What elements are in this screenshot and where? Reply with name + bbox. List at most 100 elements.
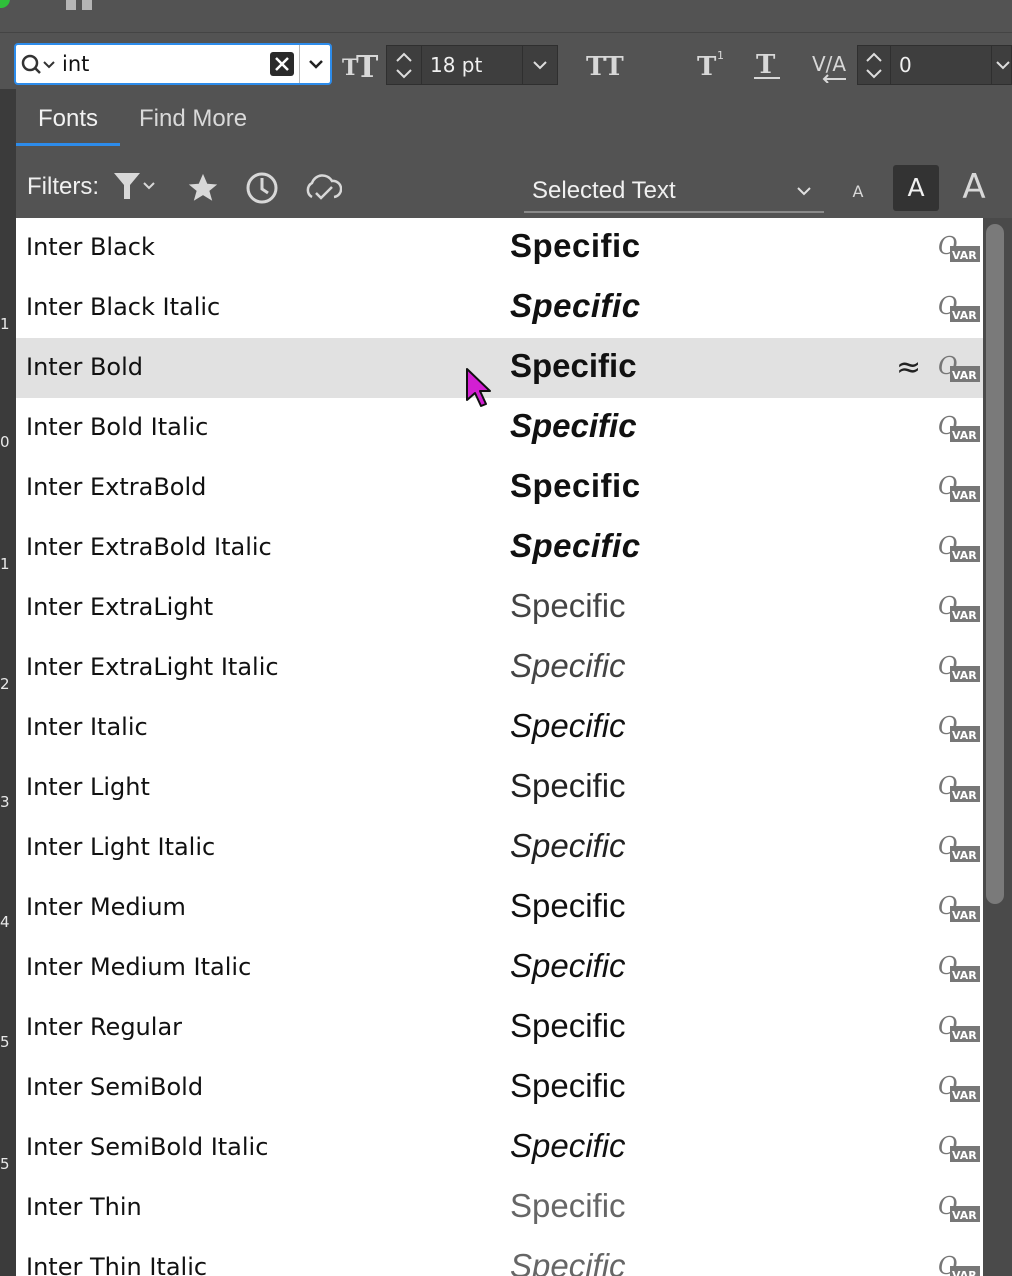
activated-fonts-cloud-icon[interactable]: [302, 171, 342, 205]
var-badge-text: VAR: [952, 429, 977, 442]
all-caps-icon[interactable]: TT: [586, 49, 628, 79]
svg-text:T: T: [697, 52, 717, 79]
clear-search-icon[interactable]: [270, 52, 294, 76]
font-sample: Specific: [510, 1187, 626, 1224]
font-name: Inter Bold Italic: [26, 413, 209, 441]
show-similar-icon[interactable]: ≈: [896, 350, 921, 385]
font-sample: Specific: [510, 347, 637, 384]
font-tabs: Fonts Find More: [16, 89, 1012, 147]
window-zoom-button[interactable]: [0, 0, 10, 8]
tab-fonts[interactable]: Fonts: [16, 99, 120, 146]
ruler-number: 5: [0, 1155, 10, 1173]
kerning-icon: V/A: [812, 52, 846, 83]
font-size-dropdown[interactable]: [522, 45, 558, 85]
var-badge-text: VAR: [952, 1209, 977, 1222]
underline-icon[interactable]: T: [754, 47, 782, 81]
variable-font-icon: OVAR: [938, 352, 980, 382]
font-row[interactable]: Inter Light Italic Specific O VAR: [16, 818, 983, 878]
font-row[interactable]: Inter Thin Specific O VAR: [16, 1178, 983, 1238]
sample-size-small-button[interactable]: A: [844, 177, 872, 207]
font-list-dropdown-button[interactable]: [299, 45, 333, 83]
font-row[interactable]: Inter Black Italic Specific O VAR: [16, 278, 983, 338]
font-name: Inter Light: [26, 773, 150, 801]
tracking-dropdown[interactable]: [991, 45, 1012, 85]
font-size-field[interactable]: 18 pt: [421, 45, 523, 85]
ruler-number: 3: [0, 793, 10, 811]
svg-text:TT: TT: [586, 52, 624, 79]
var-badge-text: VAR: [952, 549, 977, 562]
var-badge-text: VAR: [952, 309, 977, 322]
preview-text-select[interactable]: Selected Text: [524, 177, 824, 213]
font-row[interactable]: Inter Regular Specific O VAR: [16, 998, 983, 1058]
font-sample: Specific: [510, 707, 626, 744]
font-row[interactable]: Inter ExtraBold Italic Specific O VAR: [16, 518, 983, 578]
font-name: Inter Thin Italic: [26, 1253, 208, 1276]
ruler-number: 1: [0, 555, 10, 573]
var-badge-text: VAR: [952, 249, 977, 262]
font-row[interactable]: Inter ExtraLight Specific O VAR: [16, 578, 983, 638]
var-badge-text: VAR: [952, 1089, 977, 1102]
font-row[interactable]: Inter Medium Italic Specific O VAR: [16, 938, 983, 998]
font-sample: Specific: [510, 887, 626, 924]
var-badge-text: VAR: [952, 609, 977, 622]
variable-font-icon: OVAR: [938, 232, 980, 262]
svg-text:T: T: [356, 50, 379, 81]
font-sample: Specific: [510, 1007, 626, 1044]
recently-added-clock-icon[interactable]: [244, 170, 280, 206]
font-name: Inter Medium Italic: [26, 953, 252, 981]
font-name: Inter Black: [26, 233, 155, 261]
filter-classification-icon[interactable]: [112, 169, 160, 203]
font-name: Inter Thin: [26, 1193, 142, 1221]
font-name: Inter Italic: [26, 713, 148, 741]
superscript-icon[interactable]: T 1: [697, 47, 731, 79]
ruler-number: 2: [0, 675, 10, 693]
variable-font-icon: OVAR: [938, 772, 980, 802]
font-row[interactable]: Inter SemiBold Italic Specific O VAR: [16, 1118, 983, 1178]
font-row[interactable]: Inter Medium Specific O VAR: [16, 878, 983, 938]
var-badge-text: VAR: [952, 909, 977, 922]
font-sample: Specific: [510, 1127, 626, 1164]
font-row[interactable]: Inter Black Specific O VAR: [16, 218, 983, 278]
search-options-icon[interactable]: [20, 53, 56, 77]
tracking-stepper[interactable]: [857, 45, 891, 85]
variable-font-icon: OVAR: [938, 652, 980, 682]
font-row[interactable]: Inter Bold Italic Specific O VAR: [16, 398, 983, 458]
font-name: Inter Medium: [26, 893, 186, 921]
font-sample: Specific: [510, 587, 626, 624]
svg-text:V/A: V/A: [812, 52, 846, 76]
font-name: Inter SemiBold Italic: [26, 1133, 269, 1161]
font-search-input[interactable]: [62, 50, 267, 78]
font-row[interactable]: Inter ExtraBold Specific O VAR: [16, 458, 983, 518]
font-sample: Specific: [510, 287, 641, 324]
tracking-field[interactable]: 0: [890, 45, 992, 85]
font-name: Inter ExtraLight Italic: [26, 653, 279, 681]
font-row[interactable]: Inter ExtraLight Italic Specific O VAR: [16, 638, 983, 698]
var-badge-text: VAR: [952, 369, 977, 382]
filters-label: Filters:: [27, 173, 99, 200]
var-badge-text: VAR: [952, 729, 977, 742]
font-name: Inter Regular: [26, 1013, 183, 1041]
scrollbar-thumb[interactable]: [986, 224, 1004, 904]
font-sample: Specific: [510, 527, 641, 564]
svg-text:1: 1: [717, 49, 724, 62]
sample-size-large-button[interactable]: A: [956, 163, 992, 211]
font-list-scrollbar[interactable]: [983, 218, 1012, 1276]
variable-font-icon: OVAR: [938, 472, 980, 502]
var-badge-text: VAR: [952, 1029, 977, 1042]
variable-font-icon: OVAR: [938, 1132, 980, 1162]
ruler-number: 5: [0, 1033, 10, 1051]
favorites-star-icon[interactable]: [186, 171, 220, 205]
font-row[interactable]: Inter Light Specific O VAR: [16, 758, 983, 818]
font-size-stepper[interactable]: [386, 45, 422, 85]
ruler-number: 4: [0, 913, 10, 931]
font-row[interactable]: Inter Thin Italic Specific O VAR: [16, 1238, 983, 1276]
sample-size-medium-button[interactable]: A: [893, 165, 939, 211]
var-badge-text: VAR: [952, 489, 977, 502]
font-row[interactable]: Inter SemiBold Specific O VAR: [16, 1058, 983, 1118]
font-name: Inter Bold: [26, 353, 144, 381]
font-row[interactable]: Inter Italic Specific O VAR: [16, 698, 983, 758]
variable-font-icon: OVAR: [938, 712, 980, 742]
font-row[interactable]: Inter Bold Specific ≈ O VAR: [16, 338, 983, 398]
tab-find-more[interactable]: Find More: [139, 99, 247, 143]
font-sample: Specific: [510, 1247, 626, 1276]
